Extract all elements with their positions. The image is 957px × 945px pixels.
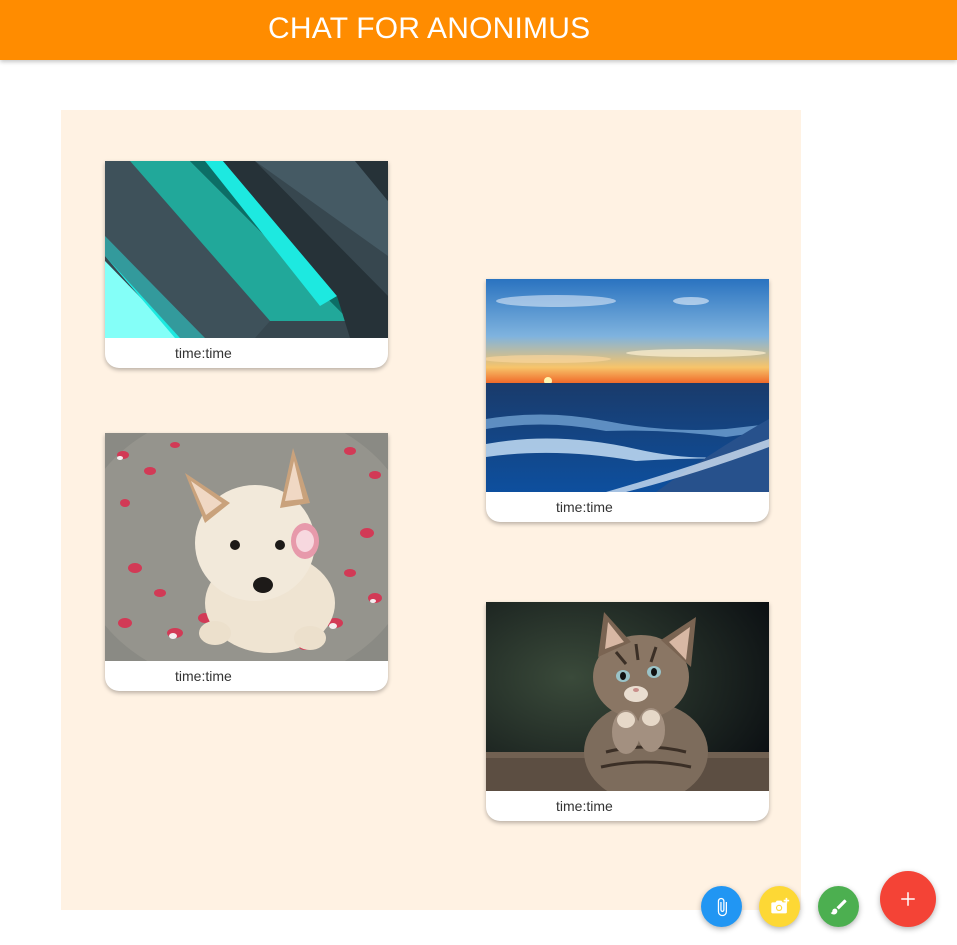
attach-file-button[interactable] [701,886,742,927]
image-message-card[interactable]: time:time [486,602,769,821]
app-header: CHAT FOR ANONIMUS [0,0,957,60]
image-message-card[interactable]: time:time [486,279,769,522]
kitten-image[interactable] [486,602,769,791]
ocean-sunset-image[interactable] [486,279,769,492]
puppy-with-petals-image[interactable] [105,433,388,661]
abstract-teal-stripes-image[interactable] [105,161,388,338]
draw-button[interactable] [818,886,859,927]
app-root: CHAT FOR ANONIMUS time:time time:time ti… [0,0,957,945]
image-message-card[interactable]: time:time [105,161,388,368]
camera-icon [770,897,789,913]
add-button[interactable] [880,871,936,927]
app-title: CHAT FOR ANONIMUS [268,12,591,45]
message-time: time:time [175,345,232,361]
brush-icon [830,898,847,914]
paperclip-icon [717,897,727,916]
message-time: time:time [175,668,232,684]
chat-panel: time:time time:time time:time time:time [61,110,801,910]
message-time: time:time [556,499,613,515]
message-time: time:time [556,798,613,814]
plus-icon [901,892,915,906]
image-message-card[interactable]: time:time [105,433,388,691]
add-photo-button[interactable] [759,886,800,927]
